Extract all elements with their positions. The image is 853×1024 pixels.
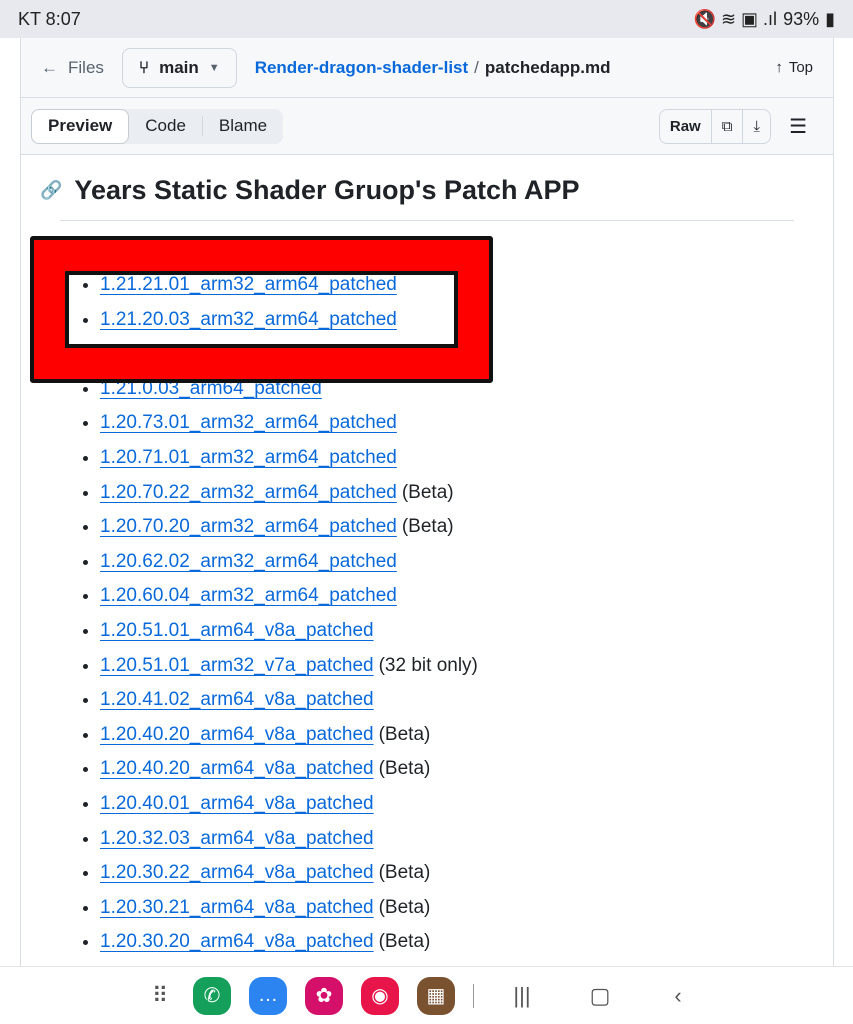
branch-selector[interactable]: ⑂ main ▼ bbox=[121, 47, 237, 88]
status-bar: KT 8:07 🔇 ≋ ▣ .ıl 93% ▮ bbox=[0, 0, 853, 38]
version-link[interactable]: 1.20.60.04_arm32_arm64_patched bbox=[100, 585, 397, 606]
branch-icon: ⑂ bbox=[138, 57, 150, 77]
messages-app-icon[interactable]: … bbox=[249, 976, 287, 1015]
version-link[interactable]: 1.20.30.22_arm64_v8a_patched bbox=[100, 862, 374, 883]
status-icons: 🔇 ≋ ▣ .ıl bbox=[693, 8, 778, 29]
file-actions: Raw ⧉ ⤓ bbox=[658, 108, 772, 144]
version-note: (Beta) bbox=[401, 516, 454, 538]
list-item: 1.20.60.04_arm32_arm64_patched bbox=[100, 579, 478, 614]
version-link[interactable]: 1.20.73.01_arm32_arm64_patched bbox=[100, 412, 397, 433]
version-note: (Beta) bbox=[378, 723, 431, 745]
battery-level: 93% bbox=[783, 8, 820, 29]
breadcrumb: Render-dragon-shader-list / patchedapp.md bbox=[254, 57, 611, 77]
file-name: patchedapp.md bbox=[484, 57, 611, 77]
version-link[interactable]: 1.20.71.01_arm32_arm64_patched bbox=[100, 447, 397, 468]
view-tabs: Preview Code Blame bbox=[31, 108, 284, 144]
version-link[interactable]: 1.20.40.20_arm64_v8a_patched bbox=[100, 724, 374, 745]
top-button[interactable]: ↑ Top bbox=[775, 59, 813, 76]
version-link[interactable]: 1.20.30.21_arm64_v8a_patched bbox=[100, 897, 374, 918]
list-item: 1.20.71.01_arm32_arm64_patched bbox=[100, 441, 478, 476]
carrier-time: KT 8:07 bbox=[18, 8, 81, 29]
list-item: 1.20.70.20_arm32_arm64_patched(Beta) bbox=[100, 510, 478, 545]
arrow-up-icon: ↑ bbox=[775, 59, 783, 76]
version-note: (32 bit only) bbox=[378, 654, 478, 676]
list-item: 1.20.62.02_arm32_arm64_patched bbox=[100, 545, 478, 580]
download-icon[interactable]: ⤓ bbox=[742, 109, 770, 143]
files-button[interactable]: ← Files bbox=[41, 58, 104, 78]
repo-link[interactable]: Render-dragon-shader-list bbox=[255, 58, 468, 77]
version-note: (Beta) bbox=[378, 758, 431, 780]
arrow-left-icon: ← bbox=[41, 57, 58, 77]
list-item: 1.20.51.01_arm64_v8a_patched bbox=[100, 614, 478, 649]
list-item: 1.20.41.02_arm64_v8a_patched bbox=[100, 683, 478, 718]
list-item: 1.20.51.01_arm32_v7a_patched(32 bit only… bbox=[100, 649, 478, 684]
list-item: 1.20.40.01_arm64_v8a_patched bbox=[100, 787, 478, 822]
list-item: 1.20.30.20_arm64_v8a_patched(Beta) bbox=[100, 925, 478, 960]
version-link[interactable]: 1.20.62.02_arm32_arm64_patched bbox=[100, 551, 397, 572]
outline-icon[interactable]: ☰ bbox=[789, 114, 807, 139]
version-link[interactable]: 1.20.40.20_arm64_v8a_patched bbox=[100, 758, 374, 779]
raw-button[interactable]: Raw bbox=[660, 110, 711, 143]
list-item: 1.20.70.22_arm32_arm64_patched(Beta) bbox=[100, 476, 478, 511]
list-item: 1.20.32.03_arm64_v8a_patched bbox=[100, 822, 478, 857]
version-link[interactable]: 1.20.40.01_arm64_v8a_patched bbox=[100, 793, 374, 814]
caret-down-icon: ▼ bbox=[208, 61, 220, 74]
tab-blame[interactable]: Blame bbox=[203, 109, 283, 144]
recents-icon[interactable]: ||| bbox=[492, 983, 552, 1009]
list-item: 1.20.73.01_arm32_arm64_patched bbox=[100, 406, 478, 441]
version-link[interactable]: 1.20.30.20_arm64_v8a_patched bbox=[100, 931, 374, 952]
file-toolbar: Preview Code Blame Raw ⧉ ⤓ ☰ bbox=[21, 98, 833, 155]
back-icon[interactable]: ‹ bbox=[648, 983, 708, 1009]
divider bbox=[60, 220, 794, 221]
version-note: (Beta) bbox=[378, 931, 431, 953]
list-item: 1.20.40.20_arm64_v8a_patched(Beta) bbox=[100, 718, 478, 753]
tab-code[interactable]: Code bbox=[129, 109, 202, 144]
file-header: ← Files ⑂ main ▼ Render-dragon-shader-list /… bbox=[21, 38, 833, 98]
copy-icon[interactable]: ⧉ bbox=[710, 109, 743, 143]
version-note: (Beta) bbox=[378, 896, 431, 918]
version-link[interactable]: 1.20.41.02_arm64_v8a_patched bbox=[100, 689, 374, 710]
version-link[interactable]: 1.20.70.20_arm32_arm64_patched bbox=[100, 516, 397, 537]
version-link[interactable]: 1.20.51.01_arm32_v7a_patched bbox=[100, 655, 374, 676]
app-drawer-icon[interactable]: ⠿ bbox=[145, 983, 175, 1009]
version-note: (Beta) bbox=[378, 862, 431, 884]
camera-app-icon[interactable]: ◉ bbox=[361, 976, 399, 1015]
page-title: 🔗 Years Static Shader Gruop's Patch APP bbox=[40, 175, 580, 205]
version-link[interactable]: 1.20.70.22_arm32_arm64_patched bbox=[100, 482, 397, 503]
link-icon[interactable]: 🔗 bbox=[40, 180, 62, 201]
version-link[interactable]: 1.20.32.03_arm64_v8a_patched bbox=[100, 828, 374, 849]
phone-app-icon[interactable]: ✆ bbox=[193, 976, 231, 1015]
list-item: 1.20.40.20_arm64_v8a_patched(Beta) bbox=[100, 752, 478, 787]
home-icon[interactable]: ▢ bbox=[570, 983, 630, 1009]
list-item: 1.20.30.21_arm64_v8a_patched(Beta) bbox=[100, 891, 478, 926]
divider bbox=[473, 983, 474, 1008]
blossom-app-icon[interactable]: ✿ bbox=[305, 976, 343, 1015]
navigation-bar: ⠿ ✆ … ✿ ◉ ▦ ||| ▢ ‹ bbox=[0, 966, 853, 1024]
version-note: (Beta) bbox=[401, 481, 454, 503]
list-item: 1.20.30.22_arm64_v8a_patched(Beta) bbox=[100, 856, 478, 891]
minecraft-app-icon[interactable]: ▦ bbox=[417, 976, 455, 1015]
tab-preview[interactable]: Preview bbox=[31, 108, 130, 144]
battery-icon: ▮ bbox=[825, 8, 835, 29]
red-highlight-box bbox=[30, 236, 493, 383]
version-link[interactable]: 1.20.51.01_arm64_v8a_patched bbox=[100, 620, 374, 641]
